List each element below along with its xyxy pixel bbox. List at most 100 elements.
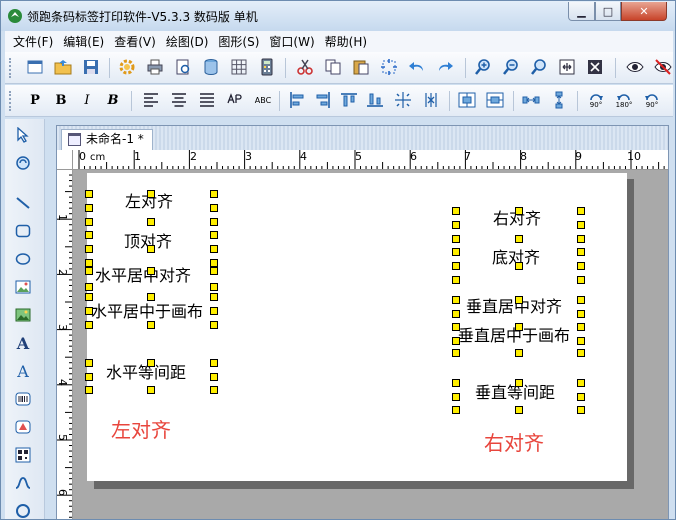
align-center-text-icon[interactable] <box>169 90 189 110</box>
toolbar-separator <box>279 91 280 111</box>
toolbar-separator <box>131 91 132 111</box>
align-left-icon[interactable] <box>287 90 307 110</box>
rotate-90-label: 90° <box>589 100 603 109</box>
rotate-180-button[interactable]: 180° <box>611 90 637 110</box>
circle-tool-icon[interactable] <box>13 501 33 519</box>
menu-help[interactable]: 帮助(H) <box>320 33 372 50</box>
image-tool-icon[interactable] <box>13 277 33 297</box>
curve-tool-icon[interactable] <box>13 473 33 493</box>
toolbar-grip[interactable] <box>9 58 12 78</box>
menu-window[interactable]: 窗口(W) <box>264 33 319 50</box>
align-bottom-icon[interactable] <box>365 90 385 110</box>
pointer-arrow-icon[interactable] <box>13 125 33 145</box>
document-tab[interactable]: 未命名-1 * <box>61 129 153 150</box>
align-left-text-icon[interactable] <box>141 90 161 110</box>
preview-eye-icon[interactable] <box>625 57 645 77</box>
hide-eye-icon[interactable] <box>653 57 673 77</box>
v-center-align-text[interactable]: 垂直居中对齐 <box>466 298 562 316</box>
h-center-align-text[interactable]: 水平居中对齐 <box>95 267 191 285</box>
rectangle-tool-icon[interactable] <box>13 221 33 241</box>
rotate-90-button[interactable]: 90° <box>583 90 609 110</box>
close-button[interactable]: ✕ <box>621 2 667 21</box>
italic-button[interactable]: I <box>77 90 97 110</box>
center-horizontal-page-icon[interactable] <box>457 90 477 110</box>
vertical-ruler[interactable]: 1 2 3 4 5 6 <box>57 170 73 519</box>
vertical-ruler-ticks <box>57 174 72 518</box>
horizontal-ruler[interactable]: 0 cm 1 2 3 4 5 6 7 8 9 10 <box>73 150 668 170</box>
ellipse-tool-icon[interactable] <box>13 249 33 269</box>
menu-bar: 文件(F) 编辑(E) 查看(V) 绘图(D) 图形(S) 窗口(W) 帮助(H… <box>5 31 673 52</box>
menu-file[interactable]: 文件(F) <box>5 33 58 50</box>
document-tab-bar: 未命名-1 * <box>57 126 668 150</box>
document-tab-title: 未命名-1 * <box>86 132 144 146</box>
toolbar-separator <box>513 91 514 111</box>
fit-page-icon[interactable] <box>557 57 577 77</box>
align-right-icon[interactable] <box>313 90 333 110</box>
ruler-h-tick-3: 3 <box>245 150 252 163</box>
h-equal-spacing-icon[interactable] <box>521 90 541 110</box>
print-icon[interactable] <box>145 57 165 77</box>
redo-icon[interactable] <box>435 57 455 77</box>
document-window: 未命名-1 * 0 cm 1 2 3 4 5 6 7 8 9 10 1 2 3 … <box>56 125 669 519</box>
v-equal-spacing-icon[interactable] <box>549 90 569 110</box>
database-icon[interactable] <box>201 57 221 77</box>
text-tool-icon[interactable]: A <box>13 333 33 353</box>
settings-gear-icon[interactable] <box>117 57 137 77</box>
paste-icon[interactable] <box>351 57 371 77</box>
rotate-90-ccw-button[interactable]: 90° <box>639 90 665 110</box>
rotate-180-label: 180° <box>615 100 633 109</box>
save-icon[interactable] <box>81 57 101 77</box>
menu-edit[interactable]: 编辑(E) <box>58 33 109 50</box>
label-canvas[interactable]: 左对齐 顶对齐 水平居中对齐 水平居中于画布 水平等间距 左对齐 右对齐 底对齐… <box>85 173 627 481</box>
shape-tool-icon[interactable] <box>13 417 33 437</box>
right-align-caption: 右对齐 <box>484 431 544 455</box>
h-center-page-text[interactable]: 水平居中于画布 <box>91 303 203 321</box>
align-v-center-icon[interactable] <box>393 90 413 110</box>
center-vertical-page-icon[interactable] <box>485 90 505 110</box>
select-transform-icon[interactable] <box>379 57 399 77</box>
maximize-button[interactable]: □ <box>595 2 621 21</box>
open-folder-icon[interactable] <box>53 57 73 77</box>
font-p-button[interactable]: P <box>25 90 45 110</box>
h-equal-spacing-text[interactable]: 水平等间距 <box>106 364 186 382</box>
copy-icon[interactable] <box>323 57 343 77</box>
app-icon <box>8 9 22 23</box>
zoom-out-icon[interactable] <box>501 57 521 77</box>
menu-view[interactable]: 查看(V) <box>109 33 161 50</box>
title-bar[interactable]: 领跑条码标签打印软件-V5.3.3 数码版 单机 ▁ □ ✕ <box>1 1 675 31</box>
zoom-search-icon[interactable] <box>529 57 549 77</box>
new-file-icon[interactable] <box>25 57 45 77</box>
calculator-icon[interactable] <box>257 57 277 77</box>
line-tool-icon[interactable] <box>13 193 33 213</box>
align-top-icon[interactable] <box>339 90 359 110</box>
bold-button[interactable]: B <box>51 90 71 110</box>
app-window: 领跑条码标签打印软件-V5.3.3 数码版 单机 ▁ □ ✕ 文件(F) 编辑(… <box>0 0 676 520</box>
bold-italic-button[interactable]: B <box>103 90 123 110</box>
align-h-center-icon[interactable] <box>421 90 441 110</box>
picture-tool-icon[interactable] <box>13 305 33 325</box>
outline-text-tool-icon[interactable]: A <box>13 361 33 381</box>
actual-size-icon[interactable] <box>585 57 605 77</box>
qrcode-tool-icon[interactable] <box>13 445 33 465</box>
main-toolbar <box>5 52 673 84</box>
align-justify-text-icon[interactable] <box>197 90 217 110</box>
abc-text-button[interactable]: ABC <box>251 90 275 110</box>
toolbar-grip[interactable] <box>9 91 12 111</box>
toolbar-separator <box>449 91 450 111</box>
cut-icon[interactable] <box>295 57 315 77</box>
rotate-tool-icon[interactable] <box>13 153 33 173</box>
ruler-h-tick-5: 5 <box>355 150 362 163</box>
barcode-tool-icon[interactable] <box>13 389 33 409</box>
menu-shape[interactable]: 图形(S) <box>213 33 264 50</box>
undo-icon[interactable] <box>407 57 427 77</box>
drawing-toolbox: A A <box>5 119 45 519</box>
minimize-button[interactable]: ▁ <box>568 2 595 21</box>
ruler-h-tick-1: 1 <box>134 150 141 163</box>
v-center-page-text[interactable]: 垂直居中于画布 <box>458 327 570 345</box>
char-spacing-icon[interactable] <box>225 90 245 110</box>
ruler-corner <box>57 150 73 170</box>
grid-icon[interactable] <box>229 57 249 77</box>
menu-draw[interactable]: 绘图(D) <box>161 33 214 50</box>
print-preview-icon[interactable] <box>173 57 193 77</box>
zoom-in-icon[interactable] <box>473 57 493 77</box>
